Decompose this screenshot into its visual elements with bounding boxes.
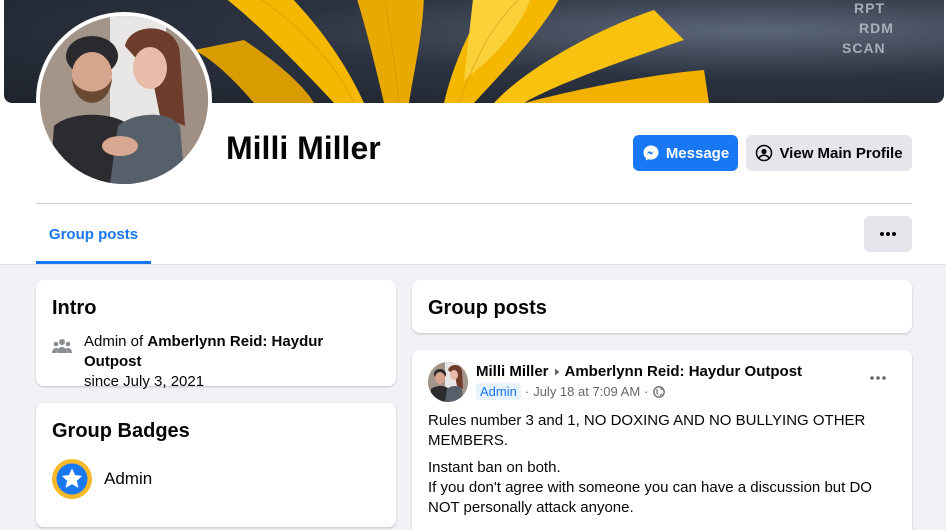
cover-text-rdm: RDM: [859, 20, 894, 36]
intro-since: since July 3, 2021: [84, 373, 205, 390]
group-posts-title: Group posts: [428, 297, 547, 319]
meta-separator: ·: [644, 384, 649, 399]
post-timestamp[interactable]: July 18 at 7:09 AM: [533, 384, 640, 399]
message-button-label: Message: [665, 144, 730, 162]
intro-title: Intro: [52, 297, 97, 319]
meta-separator: ·: [524, 384, 530, 399]
admin-role-badge: Admin: [476, 383, 521, 400]
more-options-button[interactable]: [864, 216, 912, 252]
globe-icon[interactable]: [652, 385, 665, 398]
cover-text-rpt: RPT: [854, 0, 885, 16]
post-paragraph: If you don't agree with someone you can …: [428, 479, 872, 516]
person-circle-icon: [756, 144, 773, 162]
intro-admin-prefix: Admin of: [84, 333, 144, 350]
profile-header: RPT RDM SCAN Milli Miller Message View M…: [0, 0, 946, 265]
post-group-link[interactable]: Amberlynn Reid: Haydur Outpost: [565, 363, 803, 380]
post-card: Milli Miller Amberlynn Reid: Haydur Outp…: [412, 350, 912, 530]
group-badges-title: Group Badges: [52, 420, 190, 442]
group-posts-header-card: Group posts: [412, 280, 912, 333]
cover-text-scan: SCAN: [842, 40, 886, 56]
ellipsis-icon: [880, 232, 896, 236]
group-icon: [52, 339, 72, 353]
profile-avatar[interactable]: [36, 12, 212, 188]
caret-right-icon: [554, 368, 560, 375]
post-meta: Admin · July 18 at 7:09 AM ·: [476, 383, 665, 400]
post-paragraph: Instant ban on both.: [428, 459, 561, 476]
badge-admin-label: Admin: [104, 469, 153, 488]
group-badges-card: Group Badges Admin: [36, 403, 396, 527]
post-author-link[interactable]: Milli Miller: [476, 363, 549, 380]
message-button[interactable]: Message: [633, 135, 738, 171]
post-author-avatar[interactable]: [428, 362, 468, 402]
view-main-profile-button[interactable]: View Main Profile: [746, 135, 912, 171]
ellipsis-icon: [870, 376, 886, 380]
post-body: Rules number 3 and 1, NO DOXING AND NO B…: [428, 411, 888, 525]
header-bottom-border: [0, 264, 946, 265]
intro-card: Intro Admin of Amberlynn Reid: Haydur Ou…: [36, 280, 396, 390]
post-options-button[interactable]: [864, 368, 892, 388]
profile-name: Milli Miller: [226, 130, 381, 166]
messenger-icon: [643, 145, 659, 161]
post-header: Milli Miller Amberlynn Reid: Haydur Outp…: [476, 363, 802, 380]
view-main-profile-label: View Main Profile: [779, 144, 903, 162]
header-divider: [36, 203, 912, 204]
post-paragraph: Rules number 3 and 1, NO DOXING AND NO B…: [428, 412, 866, 449]
tab-group-posts[interactable]: Group posts: [36, 204, 151, 264]
intro-admin-text: Admin of Amberlynn Reid: Haydur Outpost …: [84, 332, 384, 392]
star-badge-icon[interactable]: [52, 459, 92, 499]
